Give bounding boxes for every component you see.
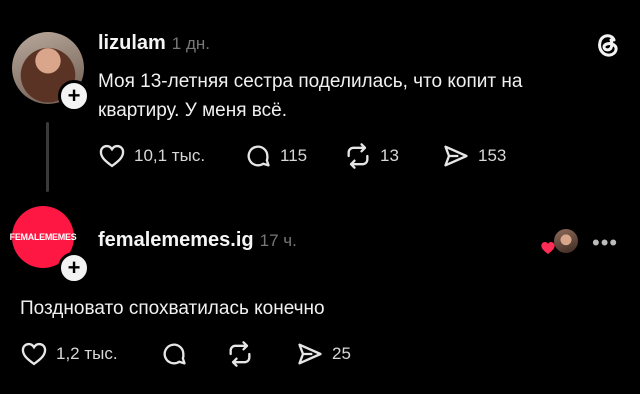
post1-comment-button[interactable]: 115 — [244, 142, 344, 170]
threads-logo-icon[interactable] — [590, 28, 624, 67]
avatar-text: FEMALEMEMES — [9, 232, 77, 242]
post2-text: Поздновато спохватилась конечно — [20, 298, 325, 319]
heart-icon — [21, 342, 47, 366]
post2-like-count: 1,2 тыс. — [56, 344, 118, 363]
post1-like-button[interactable]: 10,1 тыс. — [98, 142, 244, 170]
comment-icon — [247, 145, 270, 167]
thread-connector-line — [46, 122, 49, 192]
post1-share-count: 153 — [478, 146, 507, 165]
post1-comment-count: 115 — [280, 146, 308, 165]
post1-username[interactable]: lizulam — [98, 32, 166, 55]
post2-username[interactable]: femalememes.ig — [98, 229, 254, 252]
post2-share-count: 25 — [332, 344, 351, 363]
send-icon — [444, 145, 468, 167]
follow-plus-button[interactable]: + — [58, 80, 90, 112]
post1-timestamp: 1 дн. — [171, 34, 211, 53]
post2-timestamp: 17 ч. — [259, 231, 297, 250]
heart-filled-icon — [540, 240, 556, 261]
post1-repost-button[interactable]: 13 — [344, 142, 442, 170]
post2-share-button[interactable]: 25 — [296, 340, 351, 368]
post2-repost-button[interactable] — [226, 340, 296, 368]
repost-icon — [229, 341, 251, 367]
post2-like-button[interactable]: 1,2 тыс. — [20, 340, 160, 368]
comment-icon — [163, 343, 186, 365]
post1-share-button[interactable]: 153 — [442, 142, 506, 170]
post1-repost-count: 13 — [380, 146, 399, 165]
heart-icon — [99, 144, 125, 168]
liked-by-avatar[interactable] — [554, 229, 578, 253]
repost-icon — [347, 143, 369, 169]
send-icon — [298, 343, 322, 365]
post2-comment-button[interactable] — [160, 340, 226, 368]
follow-plus-button-2[interactable]: + — [58, 252, 90, 284]
more-options-icon[interactable]: ••• — [592, 230, 618, 256]
post1-text-line1: Моя 13-летняя сестра поделилась, что коп… — [98, 71, 523, 92]
post1-text-line2: квартиру. У меня всё. — [98, 100, 287, 121]
post1-like-count: 10,1 тыс. — [134, 146, 206, 165]
